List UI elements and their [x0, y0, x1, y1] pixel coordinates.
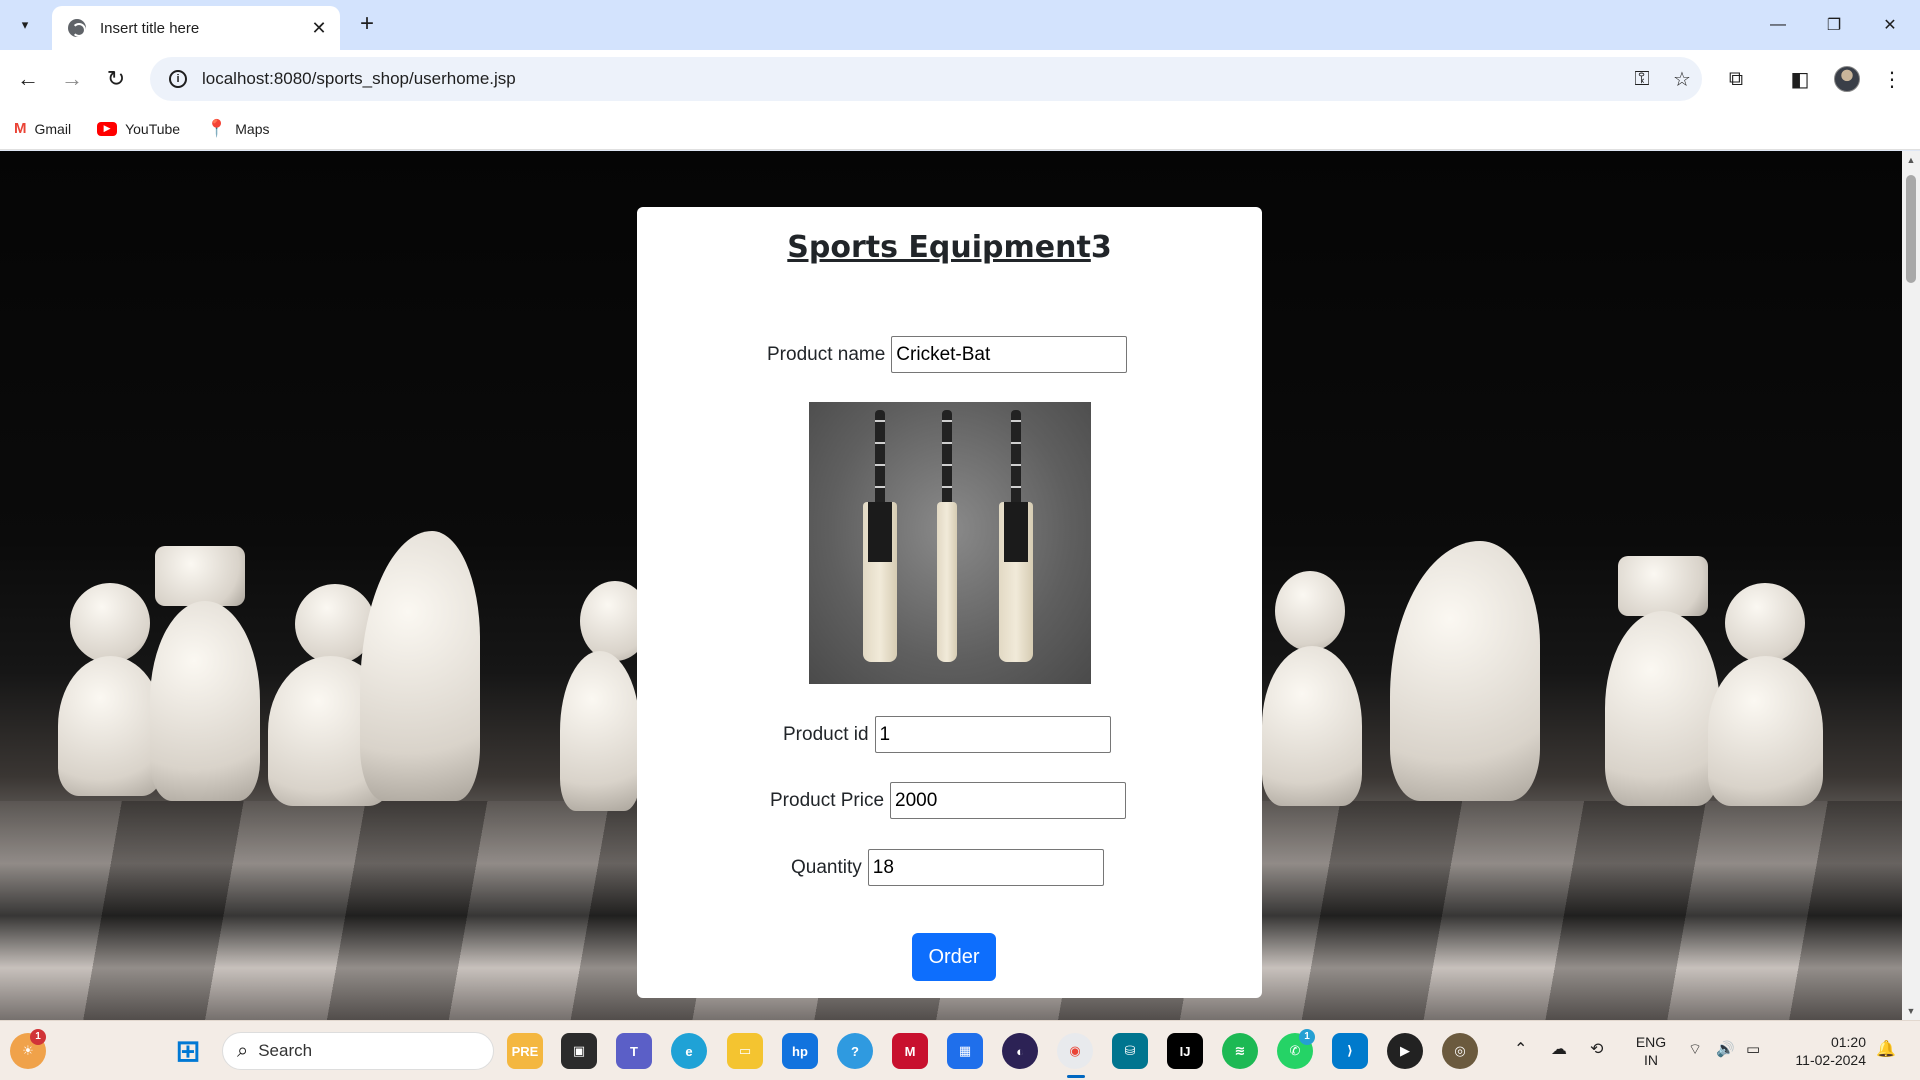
product-name-label: Product name	[767, 343, 886, 365]
product-id-input[interactable]: 1	[874, 716, 1111, 753]
task-view-icon[interactable]: ▣	[561, 1033, 597, 1069]
myhp-icon[interactable]: hp	[782, 1033, 818, 1069]
globe-icon	[68, 19, 86, 37]
password-key-icon[interactable]: ⚿	[1622, 68, 1662, 91]
windows-taskbar: ☀ 1 ⊞ ⌕ Search PRE ▣ T e ▭ hp ? M ▦ ◐ ◉ …	[0, 1020, 1920, 1080]
clock[interactable]: 01:20 11-02-2024	[1780, 1033, 1870, 1069]
clock-date: 11-02-2024	[1795, 1052, 1866, 1068]
scrollbar-thumb[interactable]	[1906, 175, 1916, 283]
intellij-icon[interactable]: IJ	[1167, 1033, 1203, 1069]
copilot-pre-icon[interactable]: PRE	[507, 1033, 543, 1069]
product-name-row: Product name Cricket-Bat	[767, 336, 1128, 373]
back-button[interactable]: ←	[8, 59, 48, 99]
microsoft-store-icon[interactable]: ▦	[947, 1033, 983, 1069]
page-viewport: Sports Equipment3 Product name Cricket-B…	[0, 151, 1902, 1020]
close-tab-icon[interactable]: ✕	[308, 18, 330, 39]
product-price-row: Product Price 2000	[770, 782, 1127, 819]
wifi-icon[interactable]: ⌔	[1688, 1041, 1702, 1059]
game-app-icon[interactable]: ◎	[1442, 1033, 1478, 1069]
weather-badge: 1	[30, 1029, 46, 1045]
product-id-label: Product id	[783, 723, 869, 745]
volume-icon[interactable]: 🔊	[1716, 1041, 1735, 1059]
file-explorer-icon[interactable]: ▭	[727, 1033, 763, 1069]
product-card: Sports Equipment3 Product name Cricket-B…	[637, 207, 1262, 998]
taskbar-search[interactable]: ⌕ Search	[222, 1032, 494, 1070]
gmail-icon: M	[14, 120, 27, 137]
profile-avatar[interactable]	[1834, 66, 1860, 92]
extensions-icon[interactable]: ⧉	[1720, 63, 1752, 95]
eclipse-icon[interactable]: ◐	[1002, 1033, 1038, 1069]
new-tab-button[interactable]: +	[352, 10, 382, 40]
browser-toolbar: ← → ↻ i localhost:8080/sports_shop/userh…	[0, 50, 1920, 108]
edge-icon[interactable]: e	[671, 1033, 707, 1069]
bookmark-star-icon[interactable]: ☆	[1662, 67, 1702, 92]
bookmark-gmail[interactable]: M Gmail	[14, 120, 71, 137]
address-bar[interactable]: i localhost:8080/sports_shop/userhome.js…	[150, 57, 1702, 101]
order-button[interactable]: Order	[912, 933, 996, 981]
tab-title: Insert title here	[100, 19, 200, 37]
browser-tab[interactable]: Insert title here ✕	[52, 6, 340, 50]
product-id-row: Product id 1	[783, 716, 1111, 753]
youtube-icon: ▶	[97, 121, 118, 136]
clock-time: 01:20	[1830, 1034, 1866, 1050]
bookmark-youtube[interactable]: ▶ YouTube	[97, 121, 180, 137]
vscode-icon[interactable]: ⟩	[1332, 1033, 1368, 1069]
product-price-input[interactable]: 2000	[890, 782, 1127, 819]
battery-icon[interactable]: ▭	[1746, 1041, 1760, 1059]
forward-button[interactable]: →	[52, 59, 92, 99]
minimize-button[interactable]: —	[1750, 0, 1806, 50]
mcafee-icon[interactable]: M	[892, 1033, 928, 1069]
region-code: IN	[1644, 1052, 1658, 1068]
notification-bell-icon[interactable]: 🔔	[1876, 1041, 1896, 1059]
url-text[interactable]: localhost:8080/sports_shop/userhome.jsp	[202, 69, 1622, 89]
media-player-icon[interactable]: ▶	[1387, 1033, 1423, 1069]
whatsapp-badge: 1	[1299, 1029, 1315, 1045]
scroll-down-arrow-icon[interactable]: ▼	[1902, 1002, 1920, 1020]
show-hidden-icons-chevron-icon[interactable]: ⌃	[1514, 1041, 1527, 1059]
onedrive-icon[interactable]: ☁	[1551, 1041, 1567, 1059]
help-icon[interactable]: ?	[837, 1033, 873, 1069]
reload-button[interactable]: ↻	[96, 59, 136, 99]
bookmark-label: YouTube	[125, 120, 181, 137]
cricket-bat-image	[809, 402, 1091, 684]
chrome-active-indicator	[1067, 1075, 1085, 1078]
start-windows-icon[interactable]: ⊞	[170, 1033, 206, 1069]
scroll-up-arrow-icon[interactable]: ▲	[1902, 151, 1920, 169]
sync-icon[interactable]: ⟲	[1590, 1041, 1603, 1059]
page-title-main: Sports Equipment	[787, 230, 1091, 265]
close-window-button[interactable]: ✕	[1862, 0, 1918, 50]
bookmark-label: Maps	[235, 120, 270, 137]
page-title-suffix: 3	[1090, 230, 1112, 265]
quantity-row: Quantity 18	[791, 849, 1104, 886]
product-price-label: Product Price	[770, 789, 885, 811]
language-code: ENG	[1635, 1034, 1667, 1050]
spotify-icon[interactable]: ≋	[1222, 1033, 1258, 1069]
search-icon: ⌕	[237, 1039, 249, 1062]
menu-kebab-icon[interactable]: ⋮	[1876, 63, 1908, 95]
side-panel-icon[interactable]: ◧	[1784, 63, 1816, 95]
product-name-input[interactable]: Cricket-Bat	[891, 336, 1128, 373]
mysql-workbench-icon[interactable]: ⛁	[1112, 1033, 1148, 1069]
restore-button[interactable]: ❐	[1806, 0, 1862, 50]
page-title: Sports Equipment3	[637, 230, 1262, 265]
quantity-label: Quantity	[791, 856, 862, 878]
quantity-input[interactable]: 18	[867, 849, 1104, 886]
page-scrollbar[interactable]: ▲ ▼	[1902, 151, 1920, 1020]
bookmark-label: Gmail	[34, 120, 72, 137]
chrome-icon[interactable]: ◉	[1057, 1033, 1093, 1069]
language-indicator[interactable]: ENG IN	[1628, 1033, 1674, 1069]
maps-icon: 📍	[206, 118, 228, 138]
bookmarks-bar: M Gmail ▶ YouTube 📍 Maps	[0, 108, 1920, 150]
tab-search-chevron-icon[interactable]: ▾	[8, 8, 42, 42]
search-placeholder: Search	[258, 1041, 313, 1060]
site-info-icon[interactable]: i	[156, 57, 200, 101]
teams-icon[interactable]: T	[616, 1033, 652, 1069]
bookmark-maps[interactable]: 📍 Maps	[206, 119, 269, 139]
browser-tab-strip: ▾ Insert title here ✕ + — ❐ ✕	[0, 0, 1920, 50]
